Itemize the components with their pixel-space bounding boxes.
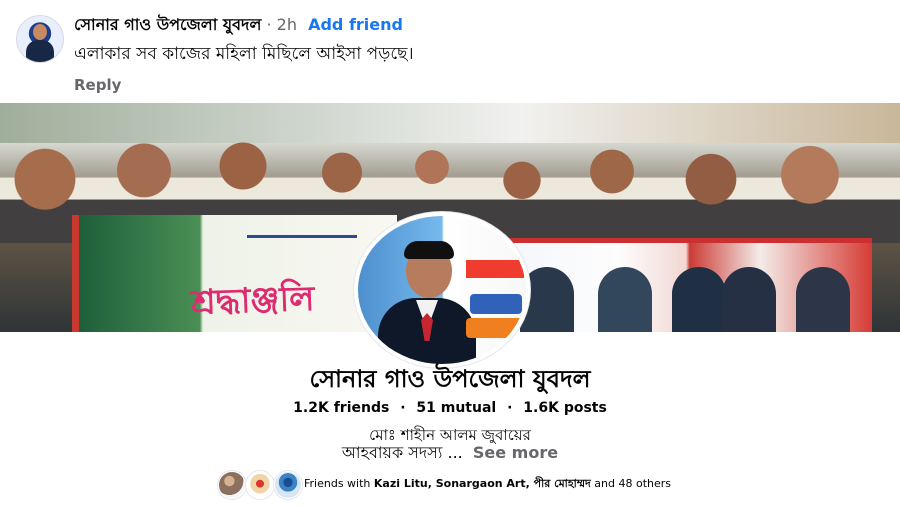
banner-person [722, 267, 776, 332]
friend-avatar[interactable] [246, 471, 274, 499]
friend-avatar[interactable] [218, 471, 246, 499]
comment-author[interactable]: সোনার গাও উপজেলা যুবদল [74, 15, 261, 34]
friend-avatar[interactable] [274, 471, 302, 499]
banner-person [672, 267, 726, 332]
stats-separator: · [400, 400, 406, 416]
reply-button[interactable]: Reply [74, 76, 121, 94]
comment-time[interactable]: 2h [277, 15, 297, 34]
profile-intro-line-2: আহবায়ক সদস্য ... See more [0, 443, 900, 463]
profile-hair-shape [404, 241, 454, 259]
see-more-link[interactable]: See more [473, 443, 558, 462]
poster-blue-block [470, 294, 522, 314]
stats-separator: · [507, 400, 513, 416]
poster-orange-block [466, 318, 524, 338]
friends-count[interactable]: 1.2K friends [293, 400, 389, 416]
profile-poster-graphic [466, 260, 524, 348]
cover-banner-line [247, 235, 357, 238]
avatar-body-shape [26, 40, 54, 62]
friends-with-prefix: Friends with [304, 477, 371, 490]
friends-with-suffix: and 48 others [594, 477, 672, 490]
profile-name[interactable]: সোনার গাও উপজেলা যুবদল [0, 362, 900, 396]
cover-right-banner [500, 238, 872, 332]
mutual-count[interactable]: 51 mutual [416, 400, 496, 416]
add-friend-button[interactable]: Add friend [308, 15, 403, 34]
cover-left-banner: শ্রদ্ধাঞ্জলি [72, 215, 397, 332]
mutual-friends-text[interactable]: Friends with Kazi Litu, Sonargaon Art, প… [304, 476, 671, 492]
avatar-face-shape [33, 24, 47, 40]
banner-person [598, 267, 652, 332]
comment-text: এলাকার সব কাজের মহিলা মিছিলে আইসা পড়ছে। [74, 44, 414, 64]
posts-count[interactable]: 1.6K posts [523, 400, 607, 416]
profile-intro-text: আহবায়ক সদস্য ... [341, 443, 463, 462]
cover-banner-script: শ্রদ্ধাঞ্জলি [190, 278, 316, 324]
comment-header: সোনার গাও উপজেলা যুবদল · 2h Add friend [74, 14, 403, 36]
comment-avatar[interactable] [16, 15, 64, 63]
mutual-friends-avatars[interactable] [218, 471, 302, 499]
profile-stats: 1.2K friends · 51 mutual · 1.6K posts [0, 399, 900, 417]
profile-photo[interactable] [354, 212, 530, 368]
comment-separator: · [266, 15, 272, 34]
friends-with-names[interactable]: Kazi Litu, Sonargaon Art, পীর মোহাম্মদ [374, 477, 591, 490]
poster-red-block [466, 260, 524, 278]
profile-intro-line-1: মোঃ শাহীন আলম জুবায়ের [369, 426, 531, 444]
banner-person [796, 267, 850, 332]
